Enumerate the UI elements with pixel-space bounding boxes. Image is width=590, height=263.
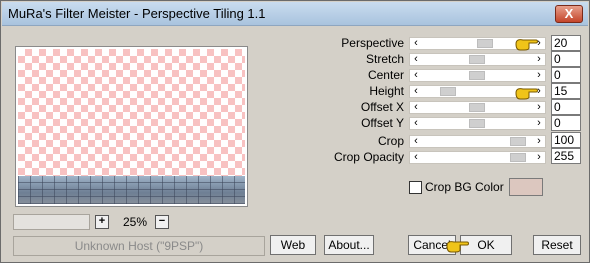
slider-right-arrow-icon[interactable]: › xyxy=(533,151,545,164)
value-perspective[interactable]: 20 xyxy=(551,35,581,51)
about-button[interactable]: About... xyxy=(324,235,374,255)
zoom-track xyxy=(13,214,90,230)
value-offset-x[interactable]: 0 xyxy=(551,99,581,115)
param-label-perspective: Perspective xyxy=(341,36,404,50)
crop-bg-label[interactable]: Crop BG Color xyxy=(425,180,504,194)
slider-left-arrow-icon[interactable]: ‹ xyxy=(410,69,422,82)
slider-left-arrow-icon[interactable]: ‹ xyxy=(410,37,422,50)
slider-thumb[interactable] xyxy=(469,119,485,128)
zoom-out-button[interactable]: − xyxy=(155,215,169,229)
param-label-height: Height xyxy=(369,84,404,98)
crop-bg-color-swatch[interactable] xyxy=(509,178,543,196)
slider-thumb[interactable] xyxy=(469,71,485,80)
zoom-in-button[interactable]: + xyxy=(95,215,109,229)
value-stretch[interactable]: 0 xyxy=(551,51,581,67)
slider-thumb[interactable] xyxy=(510,137,526,146)
reset-button[interactable]: Reset xyxy=(533,235,581,255)
window-title: MuRa's Filter Meister - Perspective Tili… xyxy=(8,6,266,21)
pointing-hand-icon xyxy=(446,241,469,253)
param-label-stretch: Stretch xyxy=(365,52,404,66)
slider-right-arrow-icon[interactable]: › xyxy=(533,117,545,130)
value-crop-opacity[interactable]: 255 xyxy=(551,148,581,164)
slider-stretch[interactable]: ‹ › xyxy=(409,53,546,66)
slider-left-arrow-icon[interactable]: ‹ xyxy=(410,117,422,130)
param-label-crop-opacity: Crop Opacity xyxy=(333,150,404,164)
slider-thumb[interactable] xyxy=(469,103,485,112)
slider-right-arrow-icon[interactable]: › xyxy=(533,53,545,66)
slider-left-arrow-icon[interactable]: ‹ xyxy=(410,151,422,164)
param-label-offset-y: Offset Y xyxy=(361,116,404,130)
slider-right-arrow-icon[interactable]: › xyxy=(533,101,545,114)
slider-right-arrow-icon[interactable]: › xyxy=(533,135,545,148)
slider-thumb[interactable] xyxy=(510,153,526,162)
param-label-center: Center xyxy=(367,68,404,82)
slider-thumb[interactable] xyxy=(469,55,485,64)
slider-crop[interactable]: ‹ › xyxy=(409,135,546,148)
slider-offset-y[interactable]: ‹ › xyxy=(409,117,546,130)
slider-crop-opacity[interactable]: ‹ › xyxy=(409,151,546,164)
zoom-level: 25% xyxy=(122,215,148,229)
value-height[interactable]: 15 xyxy=(551,83,581,99)
preview-floor-tiles xyxy=(18,176,245,204)
slider-left-arrow-icon[interactable]: ‹ xyxy=(410,101,422,114)
slider-left-arrow-icon[interactable]: ‹ xyxy=(410,135,422,148)
web-button[interactable]: Web xyxy=(270,235,316,255)
pointing-hand-icon xyxy=(515,88,538,100)
slider-offset-x[interactable]: ‹ › xyxy=(409,101,546,114)
value-offset-y[interactable]: 0 xyxy=(551,115,581,131)
slider-center[interactable]: ‹ › xyxy=(409,69,546,82)
slider-thumb[interactable] xyxy=(440,87,456,96)
param-label-crop: Crop xyxy=(377,134,404,148)
title-bar[interactable]: MuRa's Filter Meister - Perspective Tili… xyxy=(2,2,588,26)
status-bar: Unknown Host ("9PSP") xyxy=(13,236,265,256)
preview-canvas[interactable] xyxy=(18,49,245,204)
slider-left-arrow-icon[interactable]: ‹ xyxy=(410,85,422,98)
close-button[interactable]: X xyxy=(555,5,583,23)
slider-left-arrow-icon[interactable]: ‹ xyxy=(410,53,422,66)
param-label-offset-x: Offset X xyxy=(360,100,404,114)
crop-bg-checkbox[interactable] xyxy=(409,181,422,194)
slider-thumb[interactable] xyxy=(477,39,493,48)
slider-right-arrow-icon[interactable]: › xyxy=(533,69,545,82)
pointing-hand-icon xyxy=(515,39,538,51)
value-center[interactable]: 0 xyxy=(551,67,581,83)
value-crop[interactable]: 100 xyxy=(551,132,581,148)
